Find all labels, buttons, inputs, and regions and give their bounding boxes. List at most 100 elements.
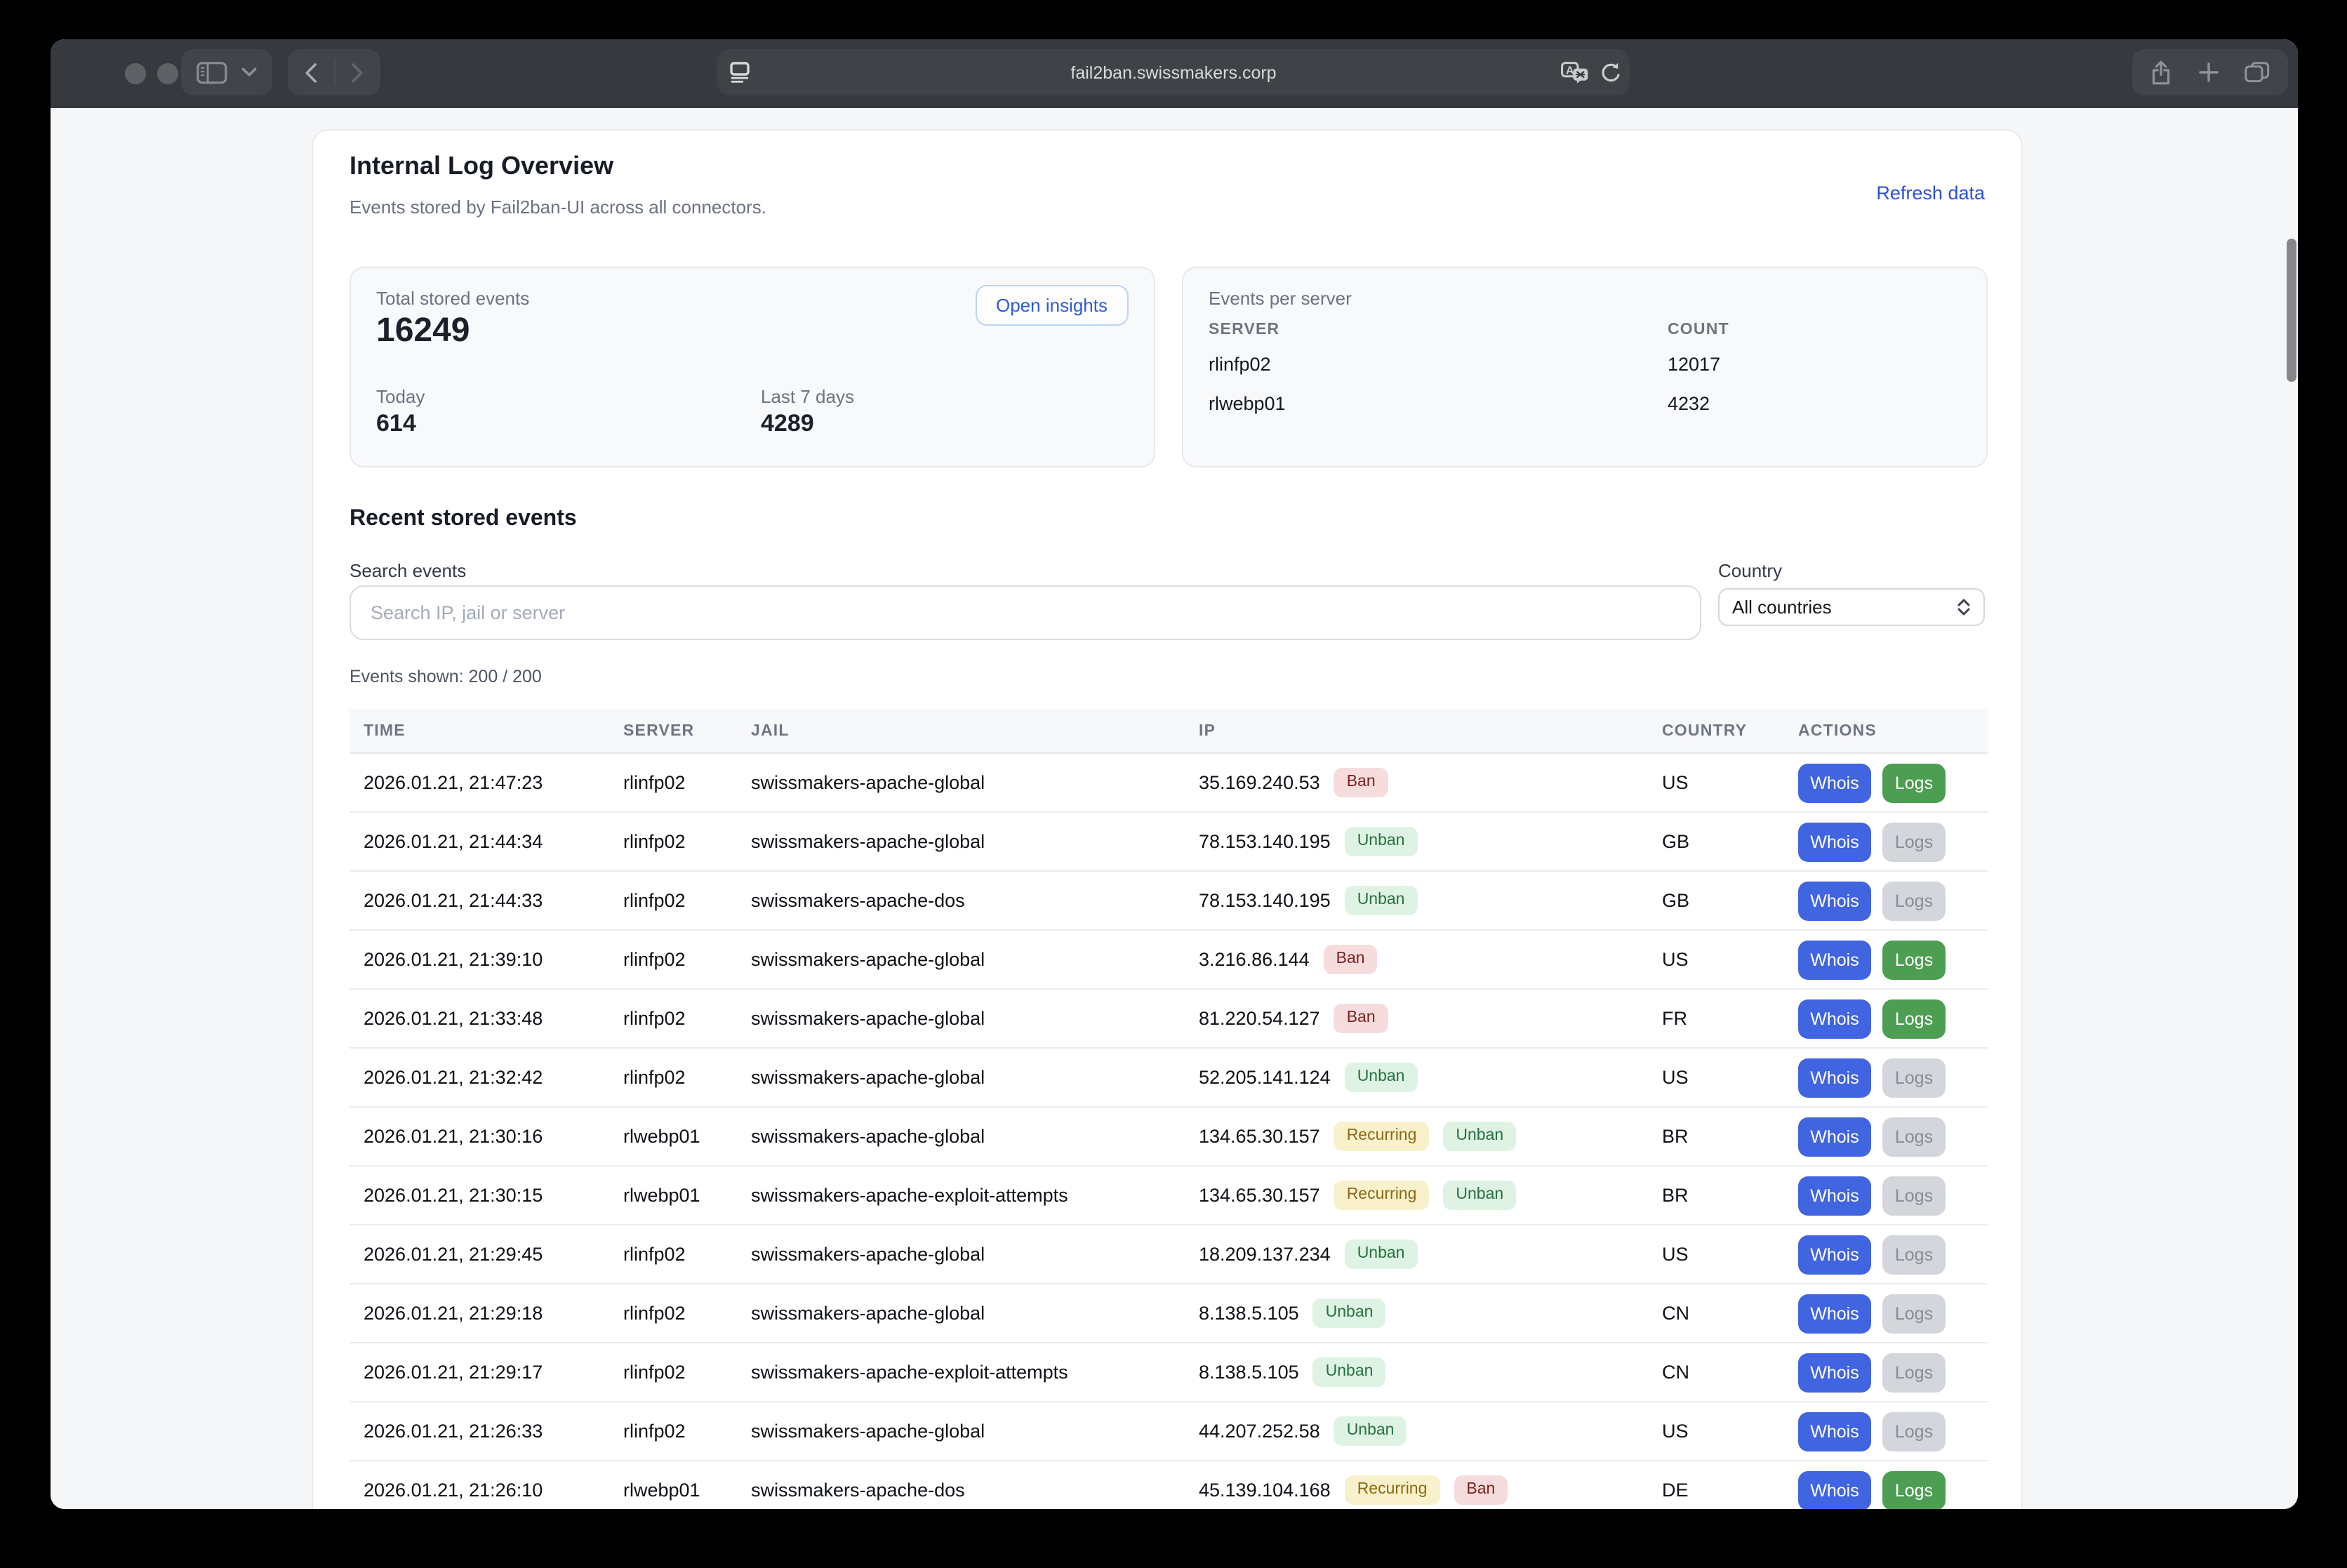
page-title: Internal Log Overview	[350, 152, 613, 181]
col-ip: IP	[1185, 722, 1648, 739]
cell-time: 2026.01.21, 21:30:16	[350, 1126, 609, 1147]
page-content: Internal Log Overview Events stored by F…	[51, 108, 2298, 1509]
cell-time: 2026.01.21, 21:33:48	[350, 1008, 609, 1029]
cell-ip: 45.139.104.168RecurringBan	[1185, 1476, 1648, 1505]
table-row: 2026.01.21, 21:29:18 rlinfp02 swissmaker…	[350, 1284, 1988, 1343]
logs-button[interactable]: Logs	[1882, 1235, 1946, 1274]
whois-button[interactable]: Whois	[1798, 822, 1871, 861]
cell-ip: 3.216.86.144Ban	[1185, 945, 1648, 974]
refresh-data-link[interactable]: Refresh data	[1876, 182, 1985, 204]
cell-jail: swissmakers-apache-global	[737, 772, 1185, 793]
unban-badge: Unban	[1345, 1063, 1418, 1092]
country-select[interactable]: All countries	[1718, 588, 1985, 626]
table-row: 2026.01.21, 21:26:33 rlinfp02 swissmaker…	[350, 1402, 1988, 1461]
table-row: 2026.01.21, 21:29:45 rlinfp02 swissmaker…	[350, 1225, 1988, 1284]
col-jail: JAIL	[737, 722, 1185, 739]
whois-button[interactable]: Whois	[1798, 881, 1871, 920]
cell-time: 2026.01.21, 21:29:17	[350, 1362, 609, 1383]
open-insights-button[interactable]: Open insights	[975, 285, 1129, 326]
unban-badge: Unban	[1345, 886, 1418, 915]
cell-ip: 8.138.5.105Unban	[1185, 1299, 1648, 1328]
nav-divider	[333, 59, 335, 86]
today-value: 614	[376, 410, 416, 438]
logs-button[interactable]: Logs	[1882, 1470, 1946, 1509]
logs-button[interactable]: Logs	[1882, 1294, 1946, 1333]
unban-badge: Unban	[1345, 828, 1418, 856]
last7-label: Last 7 days	[761, 386, 854, 407]
whois-button[interactable]: Whois	[1798, 1353, 1871, 1392]
cell-time: 2026.01.21, 21:26:10	[350, 1480, 609, 1501]
url-text: fail2ban.swissmakers.corp	[1070, 62, 1276, 82]
page-scrollbar[interactable]	[2287, 239, 2296, 382]
whois-button[interactable]: Whois	[1798, 1117, 1871, 1156]
col-country: COUNTRY	[1648, 722, 1784, 739]
logs-button[interactable]: Logs	[1882, 1117, 1946, 1156]
logs-button[interactable]: Logs	[1882, 1411, 1946, 1451]
close-button[interactable]	[125, 63, 146, 84]
cell-actions: Whois Logs	[1784, 1411, 1988, 1451]
events-table: TIME SERVER JAIL IP COUNTRY ACTIONS 2026…	[350, 709, 1988, 1509]
ip-value: 52.205.141.124	[1199, 1067, 1331, 1088]
cell-actions: Whois Logs	[1784, 1353, 1988, 1392]
sidebar-toggle-button[interactable]	[181, 49, 272, 95]
whois-button[interactable]: Whois	[1798, 1294, 1871, 1333]
table-row: 2026.01.21, 21:29:17 rlinfp02 swissmaker…	[350, 1343, 1988, 1402]
ip-value: 134.65.30.157	[1199, 1185, 1320, 1206]
minimize-button[interactable]	[157, 63, 178, 84]
whois-button[interactable]: Whois	[1798, 1470, 1871, 1509]
nav-button-group	[288, 49, 380, 95]
logs-button[interactable]: Logs	[1882, 1176, 1946, 1215]
ban-badge: Ban	[1334, 1004, 1388, 1033]
col-server: SERVER	[609, 722, 737, 739]
ip-value: 18.209.137.234	[1199, 1244, 1331, 1265]
toolbar-right-group	[2132, 49, 2288, 95]
logs-button[interactable]: Logs	[1882, 999, 1946, 1038]
address-bar[interactable]: fail2ban.swissmakers.corp A	[717, 49, 1630, 95]
cell-time: 2026.01.21, 21:32:42	[350, 1067, 609, 1088]
ban-badge: Ban	[1334, 769, 1388, 797]
cell-country: DE	[1648, 1480, 1784, 1501]
recurring-badge: Recurring	[1334, 1181, 1430, 1210]
select-chevrons-icon	[1957, 598, 1971, 616]
logs-button[interactable]: Logs	[1882, 940, 1946, 979]
cell-ip: 35.169.240.53Ban	[1185, 769, 1648, 797]
tab-overview-icon[interactable]	[2245, 62, 2270, 83]
cell-jail: swissmakers-apache-dos	[737, 1480, 1185, 1501]
whois-button[interactable]: Whois	[1798, 1235, 1871, 1274]
col-time: TIME	[350, 722, 609, 739]
cell-country: US	[1648, 1421, 1784, 1442]
logs-button[interactable]: Logs	[1882, 881, 1946, 920]
search-input[interactable]	[350, 585, 1701, 640]
per-server-col-server: SERVER	[1209, 321, 1279, 338]
cell-ip: 52.205.141.124 Unban	[1185, 1063, 1648, 1092]
cell-country: FR	[1648, 1008, 1784, 1029]
cell-ip: 78.153.140.195Unban	[1185, 828, 1648, 856]
whois-button[interactable]: Whois	[1798, 999, 1871, 1038]
back-button[interactable]	[305, 62, 317, 82]
whois-button[interactable]: Whois	[1798, 940, 1871, 979]
cell-server: rlinfp02	[609, 1244, 737, 1265]
cell-actions: Whois Logs	[1784, 881, 1988, 920]
cell-ip: 81.220.54.127Ban	[1185, 1004, 1648, 1033]
logs-button[interactable]: Logs	[1882, 1058, 1946, 1097]
share-icon[interactable]	[2150, 60, 2172, 85]
logs-button[interactable]: Logs	[1882, 822, 1946, 861]
translate-icon[interactable]: A	[1561, 61, 1589, 84]
cell-actions: Whois Logs	[1784, 763, 1988, 802]
whois-button[interactable]: Whois	[1798, 1411, 1871, 1451]
cell-time: 2026.01.21, 21:29:18	[350, 1303, 609, 1324]
whois-button[interactable]: Whois	[1798, 1176, 1871, 1215]
whois-button[interactable]: Whois	[1798, 763, 1871, 802]
forward-button[interactable]	[351, 62, 364, 82]
logs-button[interactable]: Logs	[1882, 1353, 1946, 1392]
ip-value: 78.153.140.195	[1199, 890, 1331, 911]
cell-server: rlinfp02	[609, 772, 737, 793]
whois-button[interactable]: Whois	[1798, 1058, 1871, 1097]
cell-country: CN	[1648, 1362, 1784, 1383]
page-icon[interactable]	[730, 62, 750, 83]
reload-icon[interactable]	[1599, 61, 1620, 84]
logs-button[interactable]: Logs	[1882, 763, 1946, 802]
table-row: 2026.01.21, 21:32:42 rlinfp02 swissmaker…	[350, 1049, 1988, 1108]
server-count: 4232	[1668, 393, 1710, 414]
new-tab-icon[interactable]	[2198, 62, 2219, 83]
